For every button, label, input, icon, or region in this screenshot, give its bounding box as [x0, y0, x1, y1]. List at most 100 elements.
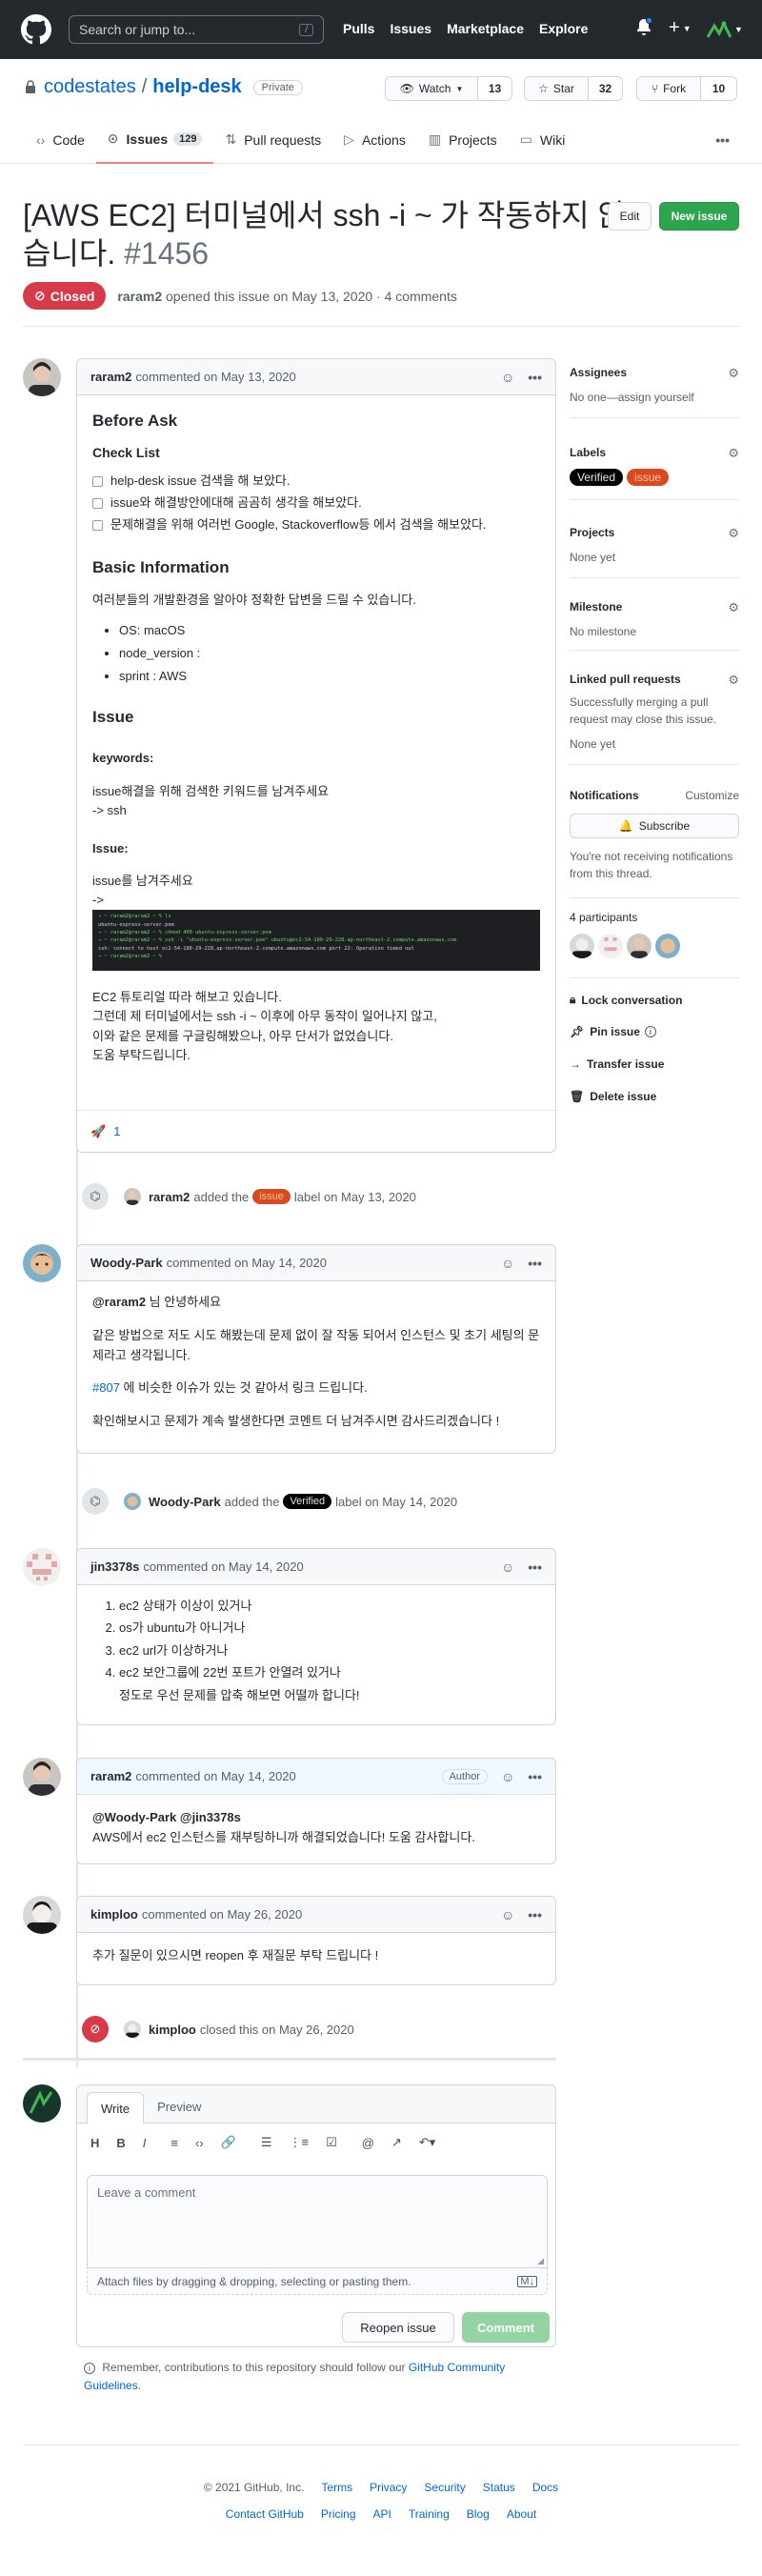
participant-avatar[interactable]: [655, 934, 680, 958]
github-logo-icon[interactable]: [21, 14, 51, 45]
nav-issues[interactable]: Issues: [390, 21, 431, 36]
footer-link-api[interactable]: API: [373, 2507, 391, 2521]
italic-icon[interactable]: I: [143, 2136, 147, 2150]
gear-icon[interactable]: ⚙: [728, 600, 739, 615]
kebab-menu-icon[interactable]: •••: [528, 370, 542, 385]
star-count[interactable]: 32: [589, 76, 623, 101]
comment-author[interactable]: jin3378s: [90, 1560, 139, 1574]
kebab-menu-icon[interactable]: •••: [528, 1256, 542, 1271]
tab-write[interactable]: Write: [87, 2092, 145, 2123]
task-list-icon[interactable]: ☑: [326, 2135, 337, 2150]
reaction-rocket[interactable]: 🚀 1: [90, 1124, 120, 1139]
avatar-woody-park[interactable]: [23, 1244, 61, 1282]
footer-link-terms[interactable]: Terms: [321, 2481, 352, 2494]
footer-link-docs[interactable]: Docs: [532, 2481, 558, 2494]
user-mention[interactable]: @raram2: [92, 1295, 146, 1309]
linked-prs-section[interactable]: Linked pull requests ⚙ Successfully merg…: [570, 673, 739, 753]
event-author[interactable]: kimploo: [149, 2023, 196, 2037]
event-author[interactable]: Woody-Park: [149, 1495, 221, 1509]
avatar-kimploo-small[interactable]: [124, 2021, 141, 2038]
footer-link-contact[interactable]: Contact GitHub: [226, 2507, 304, 2521]
assignees-value[interactable]: No one—assign yourself: [570, 389, 739, 406]
edit-title-button[interactable]: Edit: [608, 202, 652, 231]
notification-bell-icon[interactable]: [636, 17, 653, 38]
label-issue[interactable]: issue: [627, 469, 670, 486]
tab-code[interactable]: ‹› Code: [25, 116, 96, 164]
avatar-jin3378s[interactable]: [23, 1548, 61, 1586]
nav-explore[interactable]: Explore: [539, 21, 588, 36]
comment-textarea[interactable]: Leave a comment ◢: [87, 2175, 548, 2268]
event-author[interactable]: raram2: [149, 1190, 190, 1204]
more-tabs-icon[interactable]: •••: [704, 116, 741, 164]
delete-issue-link[interactable]: 🗑︎ Delete issue: [570, 1090, 656, 1103]
avatar-current-user[interactable]: [23, 2084, 61, 2123]
milestone-section[interactable]: Milestone ⚙ No milestone: [570, 600, 739, 640]
gear-icon[interactable]: ⚙: [728, 446, 739, 461]
create-new-dropdown[interactable]: + ▼: [669, 17, 692, 39]
participant-avatar[interactable]: [598, 934, 623, 958]
cross-reference-icon[interactable]: ↗: [391, 2135, 402, 2150]
tab-projects[interactable]: ▥ Projects: [417, 116, 509, 164]
avatar-raram2-small[interactable]: [124, 1188, 141, 1205]
footer-link-training[interactable]: Training: [409, 2507, 450, 2521]
tab-actions[interactable]: ▷ Actions: [332, 116, 417, 164]
labels-section[interactable]: Labels ⚙ Verified issue: [570, 446, 739, 486]
tab-preview[interactable]: Preview: [144, 2091, 214, 2123]
smiley-icon[interactable]: ☺: [501, 370, 514, 385]
smiley-icon[interactable]: ☺: [501, 1769, 514, 1784]
footer-link-pricing[interactable]: Pricing: [321, 2507, 356, 2521]
footer-link-about[interactable]: About: [507, 2507, 536, 2521]
markdown-icon[interactable]: M↓: [517, 2275, 537, 2287]
comment-date[interactable]: commented on May 14, 2020: [135, 1769, 295, 1783]
comment-date[interactable]: commented on May 14, 2020: [167, 1256, 327, 1270]
subscribe-button[interactable]: 🔔 Subscribe: [570, 814, 739, 838]
user-mentions[interactable]: @Woody-Park @jin3378s: [92, 1808, 540, 1828]
tab-wiki[interactable]: ▭ Wiki: [509, 116, 577, 164]
nav-marketplace[interactable]: Marketplace: [447, 21, 524, 36]
comment-author[interactable]: raram2: [90, 1769, 131, 1783]
avatar-kimploo[interactable]: [23, 1896, 61, 1934]
kebab-menu-icon[interactable]: •••: [528, 1769, 542, 1784]
smiley-icon[interactable]: ☺: [501, 1907, 514, 1922]
comment-author[interactable]: kimploo: [90, 1907, 138, 1922]
avatar-raram2[interactable]: [23, 1758, 61, 1796]
watch-count[interactable]: 13: [478, 76, 512, 101]
search-input[interactable]: Search or jump to... /: [69, 15, 324, 44]
smiley-icon[interactable]: ☺: [501, 1560, 514, 1575]
comment-date[interactable]: commented on May 26, 2020: [142, 1907, 302, 1922]
reopen-issue-button[interactable]: Reopen issue: [342, 2312, 454, 2343]
participant-avatar[interactable]: [570, 934, 594, 958]
footer-link-security[interactable]: Security: [424, 2481, 465, 2494]
gear-icon[interactable]: ⚙: [728, 526, 739, 541]
bold-icon[interactable]: B: [116, 2136, 125, 2150]
code-icon[interactable]: ‹›: [195, 2136, 204, 2150]
smiley-icon[interactable]: ☺: [501, 1256, 514, 1271]
nav-pulls[interactable]: Pulls: [343, 21, 374, 36]
avatar-woody-park-small[interactable]: [124, 1493, 141, 1510]
comment-author[interactable]: Woody-Park: [90, 1256, 163, 1270]
footer-link-status[interactable]: Status: [483, 2481, 515, 2494]
lock-conversation-link[interactable]: 🔒︎ Lock conversation: [570, 993, 682, 1007]
issue-link[interactable]: #807: [92, 1380, 120, 1395]
footer-link-blog[interactable]: Blog: [467, 2507, 490, 2521]
fork-count[interactable]: 10: [701, 76, 737, 101]
footer-link-privacy[interactable]: Privacy: [370, 2481, 407, 2494]
resize-handle-icon[interactable]: ◢: [537, 2256, 544, 2266]
comment-date[interactable]: commented on May 14, 2020: [143, 1560, 303, 1574]
star-button[interactable]: ☆ Star: [524, 76, 589, 101]
label-issue[interactable]: issue: [252, 1189, 291, 1204]
reply-icon[interactable]: ↶▾: [419, 2135, 435, 2150]
comment-author[interactable]: raram2: [90, 370, 131, 384]
issue-author-link[interactable]: raram2: [117, 289, 162, 304]
watch-button[interactable]: 👁 Watch ▼: [385, 76, 478, 101]
projects-section[interactable]: Projects ⚙ None yet: [570, 526, 739, 566]
link-icon[interactable]: 🔗: [221, 2135, 236, 2150]
bulleted-list-icon[interactable]: ☰: [261, 2135, 272, 2150]
gear-icon[interactable]: ⚙: [728, 673, 739, 688]
comment-button[interactable]: Comment: [462, 2312, 550, 2343]
avatar-raram2[interactable]: [23, 358, 61, 396]
transfer-issue-link[interactable]: → Transfer issue: [570, 1057, 664, 1071]
participant-avatar[interactable]: [627, 934, 652, 958]
kebab-menu-icon[interactable]: •••: [528, 1560, 542, 1575]
kebab-menu-icon[interactable]: •••: [528, 1907, 542, 1922]
